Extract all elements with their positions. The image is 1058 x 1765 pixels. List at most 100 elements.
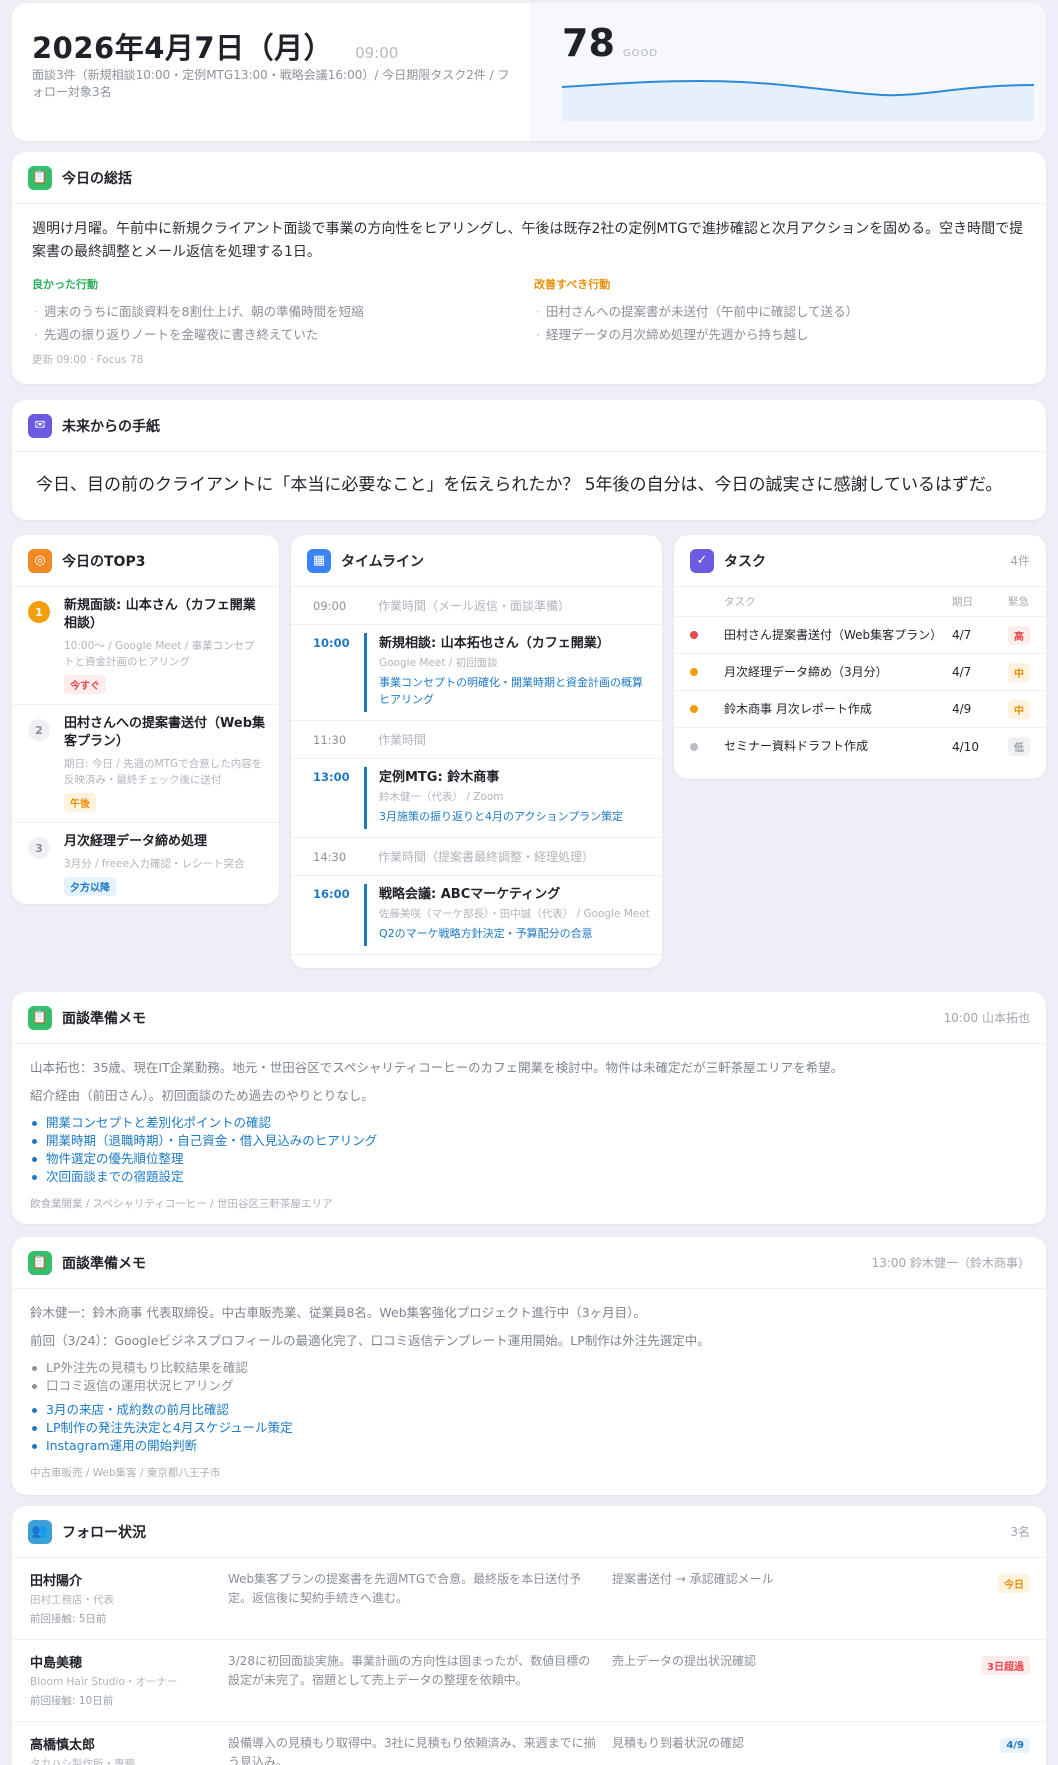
timeline-gap: 11:30 作業時間 [291, 721, 662, 759]
timeline-event-meta: 佐藤美咲（マーケ部長）・田中誠（代表） / Google Meet [379, 908, 650, 920]
task-status-dot [690, 742, 698, 751]
task-row[interactable]: 月次経理データ締め（3月分） 4/7 中 [674, 654, 1046, 691]
task-status-dot [690, 668, 698, 676]
timeline-event-title: 定例MTG: 鈴木商事 [379, 770, 500, 785]
follow-org: 田村工務店・代表 [30, 1594, 114, 1606]
follow-note: 3/28に初回面談実施。事業計画の方向性は固まったが、数値目標の設定が未完了。宿… [228, 1654, 591, 1687]
task-row[interactable]: 田村さん提案書送付（Web集客プラン） 4/7 高 [674, 617, 1046, 654]
follow-name: 田村陽介 [30, 1574, 83, 1589]
tasks-card: ✓ タスク 4件 タスク 期日 緊急 田村さん提案書送付（Web集客プラン） 4/… [674, 535, 1046, 779]
top3-item-tag: 夕方以降 [64, 877, 116, 896]
improve-actions-label: 改善すべき行動 [534, 278, 611, 291]
focus-score: 78 [562, 21, 615, 65]
timeline-time: 13:00 [313, 770, 350, 784]
memo1-title: 面談準備メモ [62, 1010, 146, 1027]
timeline-time: 09:00 [313, 598, 347, 613]
improve-actions: 改善すべき行動 田村さんへの提案書が未送付（午前中に確認して送る）経理データの月… [534, 276, 1014, 346]
task-name: 鈴木商事 月次レポート作成 [724, 701, 872, 716]
follow-row[interactable]: 中島美穂 Bloom Hair Studio・オーナー 前回接触: 10日前 3/28… [12, 1640, 1046, 1722]
timeline-list: 09:00 作業時間（メール返信・面談準備） 10:00 新規相談: 山本拓也さん（カ… [291, 587, 662, 955]
future-letter-title: 未来からの手紙 [62, 418, 160, 435]
timeline-gap: 14:30 作業時間（提案書最終調整・経理処理） [291, 838, 662, 876]
tasks-title: タスク [724, 553, 766, 570]
follow-last-contact: 前回接触: 5日前 [30, 1613, 107, 1625]
timeline-header: ▦ タイムライン [291, 535, 662, 587]
task-due: 4/9 [952, 702, 972, 716]
timeline-event-note: 事業コンセプトの明確化・開業時期と資金計画の概算ヒアリング [379, 676, 643, 706]
current-time: 09:00 [355, 44, 399, 62]
top3-item[interactable]: 3 月次経理データ締め処理 3月分 / freee入力確認・レシート突合 夕方以降 [12, 823, 279, 904]
daily-summary-body: 週明け月曜。午前中に新規クライアント面談で事業の方向性をヒアリングし、午後は既存… [32, 221, 1024, 260]
good-actions-label: 良かった行動 [32, 278, 98, 291]
timeline-time: 14:30 [313, 849, 347, 864]
top3-card: ◎ 今日のTOP3 1 新規面談: 山本さん（カフェ開業相談） 10:00〜 / G… [12, 535, 279, 904]
memo1-meeting: 10:00 山本拓也 [943, 1011, 1030, 1025]
follow-badge: 3日超過 [981, 1656, 1030, 1675]
task-due: 4/7 [952, 628, 972, 642]
rank-badge: 1 [28, 601, 50, 623]
follow-note: Web集客プランの提案書を先週MTGで合意。最終版を本日送付予定。返信後に契約手… [228, 1572, 582, 1605]
memo1-point: 次回面談までの宿題設定 [30, 1168, 1028, 1186]
timeline-gap: 09:00 作業時間（メール返信・面談準備） [291, 587, 662, 625]
good-actions-list: 週末のうちに面談資料を8割仕上げ、朝の準備時間を短縮先週の振り返りノートを金曜夜… [32, 300, 512, 346]
top3-item-title: 月次経理データ締め処理 [64, 834, 208, 849]
improve-actions-list: 田村さんへの提案書が未送付（午前中に確認して送る）経理データの月次締め処理が先週… [534, 300, 1014, 346]
timeline-gap-label: 作業時間 [378, 733, 427, 747]
header-card: 2026年4月7日（月） 09:00 面談3件（新規相談10:00・定例MTG1… [12, 3, 1046, 141]
timeline-event-meta: Google Meet / 初回面談 [379, 657, 498, 669]
timeline-event-title: 戦略会議: ABCマーケティング [379, 887, 561, 902]
task-row[interactable]: 鈴木商事 月次レポート作成 4/9 中 [674, 691, 1046, 728]
follow-next-action: 提案書送付 → 承認確認メール [612, 1572, 774, 1586]
timeline-event-body: 定例MTG: 鈴木商事 鈴木健一（代表） / Zoom 3月施策の振り返りと4月のア… [364, 767, 652, 829]
col-urgency: 緊急 [1008, 596, 1029, 608]
task-row[interactable]: セミナー資料ドラフト作成 4/10 低 [674, 728, 1046, 765]
follow-row[interactable]: 田村陽介田村工務店・代表 前回接触: 5日前 Web集客プランの提案書を先週MTGで… [12, 1558, 1046, 1640]
follow-header: 👥 フォロー状況 3名 [12, 1506, 1046, 1558]
good-action-item: 週末のうちに面談資料を8割仕上げ、朝の準備時間を短縮 [32, 300, 512, 323]
clipboard-icon: 📋 [28, 165, 52, 190]
follow-row[interactable]: 高橋慎太郎 タカハシ製作所・専務 設備導入の見積もり取得中。3社に見積もり依頼済み、… [12, 1722, 1046, 1765]
top3-item[interactable]: 1 新規面談: 山本さん（カフェ開業相談） 10:00〜 / Google Meet… [12, 587, 279, 705]
task-name: 田村さん提案書送付（Web集客プラン） [724, 627, 943, 642]
task-due: 4/10 [952, 739, 979, 754]
task-urgency: 高 [1008, 625, 1030, 645]
top3-title: 今日のTOP3 [62, 553, 146, 570]
memo2-point: LP制作の発注先決定と4月スケジュール策定 [30, 1419, 1028, 1437]
follow-status-card: 👥 フォロー状況 3名 田村陽介田村工務店・代表 前回接触: 5日前 Web集客プラ… [12, 1506, 1046, 1765]
memo2-tags: 中古車販売 / Web集客 / 東京都八王子市 [30, 1467, 221, 1479]
timeline-event[interactable]: 16:00 戦略会議: ABCマーケティング佐藤美咲（マーケ部長）・田中誠（代表）… [291, 876, 662, 955]
calendar-icon: ▦ [307, 548, 331, 573]
col-due: 期日 [952, 596, 973, 608]
memo2-check: LP外注先の見積もり比較結果を確認 [30, 1359, 1028, 1377]
timeline-event[interactable]: 13:00 定例MTG: 鈴木商事 鈴木健一（代表） / Zoom 3月施策の振り返り… [291, 759, 662, 838]
follow-count: 3名 [1010, 1525, 1030, 1539]
task-due: 4/7 [952, 665, 972, 679]
task-urgency: 中 [1008, 699, 1030, 719]
timeline-time: 10:00 [313, 636, 350, 650]
future-letter-body: 今日、目の前のクライアントに「本当に必要なこと」を伝えられたか？ 5年後の自分は… [36, 475, 1003, 495]
top3-item-detail: 10:00〜 / Google Meet / 事業コンセプトと資金計画のヒアリン… [64, 640, 255, 668]
future-letter-header: ✉ 未来からの手紙 [12, 400, 1046, 452]
tasks-header: ✓ タスク 4件 [674, 535, 1046, 587]
daily-summary-card: 📋 今日の総括 週明け月曜。午前中に新規クライアント面談で事業の方向性をヒアリン… [12, 152, 1046, 384]
timeline-event-body: 戦略会議: ABCマーケティング佐藤美咲（マーケ部長）・田中誠（代表） / Go… [364, 884, 652, 946]
letter-icon: ✉ [28, 413, 52, 438]
memo2-header: 📋 面談準備メモ 13:00 鈴木健一（鈴木商事） [12, 1237, 1046, 1289]
follow-badge: 今日 [998, 1574, 1030, 1593]
timeline-event-meta: 鈴木健一（代表） / Zoom [379, 791, 504, 803]
top3-header: ◎ 今日のTOP3 [12, 535, 279, 587]
top3-item-detail: 3月分 / freee入力確認・レシート突合 [64, 858, 245, 870]
timeline-event[interactable]: 10:00 新規相談: 山本拓也さん（カフェ開業） Google Meet / 初回… [291, 625, 662, 721]
timeline-time: 16:00 [313, 887, 350, 901]
memo1-history: 紹介経由（前田さん）。初回面談のため過去のやりとりなし。 [30, 1088, 374, 1103]
good-action-item: 先週の振り返りノートを金曜夜に書き終えていた [32, 323, 512, 346]
date-title: 2026年4月7日（月） [32, 31, 334, 65]
top3-item-tag: 午後 [64, 793, 96, 812]
timeline-gap-label: 作業時間（提案書最終調整・経理処理） [378, 850, 595, 864]
top3-item[interactable]: 2 田村さんへの提案書送付（Web集客プラン） 期日: 今日 / 先週のMTGで合意… [12, 705, 279, 823]
col-task: タスク [724, 596, 756, 608]
clipboard-icon: 📋 [28, 1250, 52, 1275]
timeline-event-note: Q2のマーケ戦略方針決定・予算配分の合意 [379, 927, 593, 940]
timeline-event-title: 新規相談: 山本拓也さん（カフェ開業） [379, 636, 610, 651]
daily-summary-header: 📋 今日の総括 [12, 152, 1046, 204]
